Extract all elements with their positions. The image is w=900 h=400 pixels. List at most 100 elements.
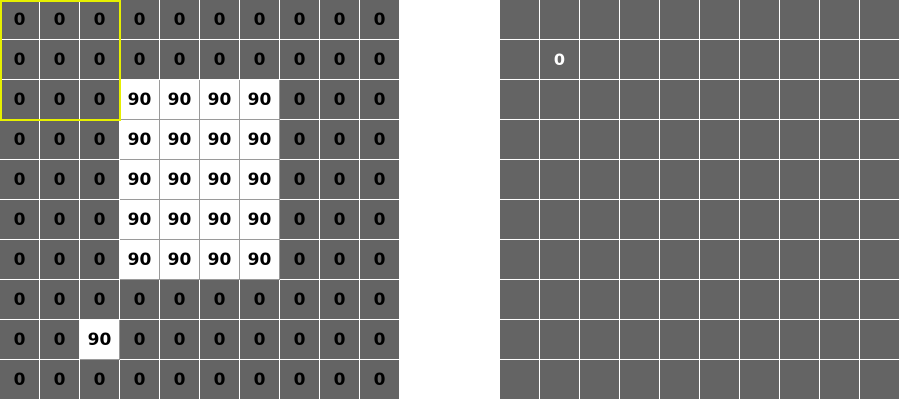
- input-pixel-cell: 0: [0, 40, 40, 80]
- input-pixel-cell: 0: [80, 360, 120, 400]
- output-pixel-cell: [860, 200, 900, 240]
- input-pixel-cell: 0: [200, 320, 240, 360]
- output-pixel-cell: [740, 120, 780, 160]
- output-pixel-cell: [620, 160, 660, 200]
- input-pixel-cell: 0: [80, 160, 120, 200]
- output-pixel-cell: [500, 80, 540, 120]
- input-pixel-cell: 90: [240, 80, 280, 120]
- output-pixel-cell: 0: [540, 40, 580, 80]
- input-pixel-cell: 0: [160, 40, 200, 80]
- output-pixel-cell: [820, 120, 860, 160]
- input-pixel-cell: 0: [0, 120, 40, 160]
- output-pixel-cell: [500, 40, 540, 80]
- output-pixel-cell: [620, 40, 660, 80]
- input-pixel-cell: 0: [40, 320, 80, 360]
- input-pixel-cell: 90: [200, 80, 240, 120]
- input-pixel-cell: 90: [240, 160, 280, 200]
- input-pixel-cell: 0: [360, 40, 400, 80]
- input-pixel-cell: 0: [40, 240, 80, 280]
- output-pixel-cell: [660, 40, 700, 80]
- output-pixel-cell: [860, 240, 900, 280]
- output-pixel-cell: [700, 120, 740, 160]
- input-pixel-cell: 90: [240, 200, 280, 240]
- output-pixel-cell: [540, 120, 580, 160]
- input-pixel-cell: 0: [120, 360, 160, 400]
- input-image-grid: 0 0 0 0 0 0 0 0 0 0 0 0 0 0 0 0 0 0 0 0 0 0 0 90 90 90 90 0 0 0 0 0 0 90 9…: [0, 0, 400, 400]
- output-pixel-cell: [860, 80, 900, 120]
- input-pixel-cell: 0: [40, 200, 80, 240]
- input-pixel-cell: 90: [120, 240, 160, 280]
- input-pixel-cell: 0: [0, 280, 40, 320]
- input-pixel-cell: 0: [0, 320, 40, 360]
- output-pixel-cell: [500, 280, 540, 320]
- input-pixel-cell: 0: [160, 0, 200, 40]
- output-pixel-cell: [660, 360, 700, 400]
- output-pixel-cell: [580, 240, 620, 280]
- output-pixel-cell: [780, 240, 820, 280]
- output-pixel-cell: [820, 0, 860, 40]
- output-pixel-cell: [740, 40, 780, 80]
- output-pixel-cell: [700, 40, 740, 80]
- output-pixel-cell: [660, 280, 700, 320]
- output-pixel-cell: [820, 200, 860, 240]
- output-pixel-cell: [780, 200, 820, 240]
- input-pixel-cell: 0: [40, 160, 80, 200]
- output-pixel-cell: [740, 160, 780, 200]
- output-pixel-cell: [860, 0, 900, 40]
- input-pixel-cell: 0: [120, 40, 160, 80]
- output-pixel-cell: [500, 120, 540, 160]
- input-pixel-cell: 0: [320, 240, 360, 280]
- input-pixel-cell: 0: [120, 0, 160, 40]
- output-pixel-cell: [740, 240, 780, 280]
- input-pixel-cell: 0: [0, 160, 40, 200]
- output-pixel-cell: [580, 320, 620, 360]
- input-pixel-cell: 0: [280, 320, 320, 360]
- input-pixel-cell: 0: [80, 240, 120, 280]
- input-pixel-cell: 0: [360, 0, 400, 40]
- input-pixel-cell: 90: [160, 80, 200, 120]
- output-pixel-cell: [700, 0, 740, 40]
- output-pixel-cell: [500, 320, 540, 360]
- input-pixel-cell: 90: [200, 120, 240, 160]
- input-pixel-cell: 90: [160, 160, 200, 200]
- output-pixel-cell: [620, 120, 660, 160]
- input-pixel-cell: 90: [120, 200, 160, 240]
- output-pixel-cell: [540, 240, 580, 280]
- input-pixel-cell: 0: [240, 360, 280, 400]
- output-pixel-cell: [580, 280, 620, 320]
- input-pixel-cell: 0: [360, 320, 400, 360]
- input-pixel-cell: 0: [360, 200, 400, 240]
- output-pixel-cell: [580, 360, 620, 400]
- output-pixel-cell: [820, 80, 860, 120]
- input-pixel-cell: 0: [160, 360, 200, 400]
- input-pixel-cell: 0: [200, 0, 240, 40]
- input-pixel-cell: 0: [360, 360, 400, 400]
- input-pixel-cell: 0: [280, 160, 320, 200]
- output-pixel-cell: [700, 320, 740, 360]
- input-pixel-cell: 0: [280, 360, 320, 400]
- input-pixel-cell: 0: [320, 280, 360, 320]
- input-pixel-cell: 0: [200, 360, 240, 400]
- input-pixel-cell: 0: [200, 40, 240, 80]
- output-pixel-cell: [820, 280, 860, 320]
- input-pixel-cell: 0: [240, 40, 280, 80]
- output-pixel-cell: [500, 0, 540, 40]
- input-pixel-cell: 0: [80, 80, 120, 120]
- input-pixel-cell: 0: [320, 320, 360, 360]
- output-pixel-cell: [780, 40, 820, 80]
- input-pixel-cell: 0: [320, 0, 360, 40]
- output-pixel-cell: [540, 280, 580, 320]
- input-pixel-cell: 0: [360, 160, 400, 200]
- output-pixel-cell: [620, 200, 660, 240]
- output-pixel-cell: [580, 120, 620, 160]
- output-pixel-cell: [820, 320, 860, 360]
- output-pixel-cell: [820, 160, 860, 200]
- output-pixel-cell: [740, 0, 780, 40]
- output-pixel-cell: [700, 200, 740, 240]
- input-pixel-cell: 0: [280, 40, 320, 80]
- input-pixel-cell: 0: [320, 120, 360, 160]
- input-pixel-cell: 0: [360, 120, 400, 160]
- input-pixel-cell: 0: [0, 80, 40, 120]
- output-pixel-cell: [780, 320, 820, 360]
- output-pixel-cell: [620, 0, 660, 40]
